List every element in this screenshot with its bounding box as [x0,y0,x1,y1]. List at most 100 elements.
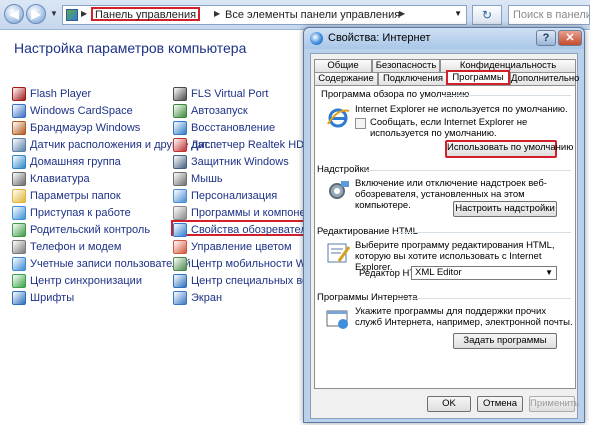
control-panel-item-label: Windows CardSpace [30,105,133,117]
tab-general[interactable]: Общие [314,59,372,72]
control-panel-item-label: Автозапуск [191,105,248,117]
control-panel-item[interactable]: Домашняя группа [12,154,121,170]
tab-advanced[interactable]: Дополнительно [510,72,579,85]
color-management-icon [173,240,187,254]
realtek-icon [173,138,187,152]
control-panel-item[interactable]: Родительский контроль [12,222,150,238]
ok-button[interactable]: OK [427,396,471,412]
addons-gear-icon [329,181,349,199]
control-panel-item[interactable]: Параметры папок [12,188,121,204]
control-panel-item[interactable]: Программы и компоненты [173,205,325,221]
control-panel-item[interactable]: Телефон и модем [12,239,121,255]
internet-programs-icon [326,310,348,329]
dialog-titlebar[interactable]: Свойства: Интернет ? ✕ [304,28,584,49]
control-panel-item[interactable]: Экран [173,290,222,306]
tab-security[interactable]: Безопасность [372,59,440,72]
control-panel-item[interactable]: Учетные записи пользователей [12,256,191,272]
getting-started-icon [12,206,26,220]
control-panel-item[interactable]: Свойства обозревателя [171,220,319,237]
tab-connections[interactable]: Подключения [378,72,448,85]
control-panel-item[interactable]: Управление цветом [173,239,292,255]
set-programs-button[interactable]: Задать программы [453,333,557,349]
address-field[interactable]: ▶ Панель управления ▶ Все элементы панел… [62,5,467,25]
tab-content[interactable]: Содержание [314,72,378,85]
html-editor-icon [327,243,351,263]
control-panel-item-label: Телефон и модем [30,241,122,253]
control-panel-item[interactable]: Автозапуск [173,103,248,119]
page-title: Настройка параметров компьютера [14,40,247,56]
programs-icon [173,206,187,220]
internet-options-dialog: Свойства: Интернет ? ✕ Общие Безопасност… [303,27,585,423]
keyboard-icon [12,172,26,186]
refresh-button[interactable]: ↻ [472,5,502,25]
control-panel-item-label: Персонализация [191,190,278,202]
control-panel-item[interactable]: Защитник Windows [173,154,289,170]
address-dropdown-icon[interactable]: ▼ [454,9,462,18]
control-panel-item[interactable]: Windows CardSpace [12,103,133,119]
apply-button[interactable]: Применить [529,396,579,412]
group-divider [397,232,571,233]
control-panel-item-label: Приступая к работе [30,207,131,219]
control-panel-item-label: Диспетчер Realtek HD [191,139,305,151]
control-panel-item[interactable]: Диспетчер Realtek HD [173,137,304,153]
users-icon [12,257,26,271]
homegroup-icon [12,155,26,169]
group-addons-title: Надстройки [317,164,370,175]
control-panel-item[interactable]: Приступая к работе [12,205,131,221]
manage-addons-button[interactable]: Настроить надстройки [453,201,557,217]
close-button[interactable]: ✕ [558,30,582,46]
control-panel-item[interactable]: Клавиатура [12,171,90,187]
history-dropdown-icon[interactable]: ▼ [50,9,58,18]
control-panel-item-label: Шрифты [30,292,75,304]
internet-options-icon [173,223,187,237]
dialog-title: Свойства: Интернет [328,32,431,44]
phone-icon [12,240,26,254]
control-panel-item-label: Восстановление [191,122,276,134]
control-panel-item[interactable]: Flash Player [12,86,91,102]
control-panel-item-label: Брандмауэр Windows [30,122,141,134]
help-button[interactable]: ? [536,30,556,46]
control-panel-item-label: Домашняя группа [30,156,121,168]
autoplay-icon [173,104,187,118]
back-button[interactable]: ◀ [4,4,24,24]
breadcrumb-all-items[interactable]: Все элементы панели управления [223,8,402,22]
control-panel-item[interactable]: Центр синхронизации [12,273,142,289]
control-panel-item[interactable]: Восстановление [173,120,275,136]
tab-programs[interactable]: Программы [446,70,510,85]
sync-icon [12,274,26,288]
breadcrumb-separator-icon[interactable]: ▶ [399,9,405,18]
notify-default-checkbox[interactable] [355,118,366,129]
control-panel-item-label: Параметры папок [30,190,121,202]
sensor-icon [12,138,26,152]
search-input[interactable]: Поиск в панели управления [508,5,590,25]
control-panel-item[interactable]: Персонализация [173,188,277,204]
control-panel-item-label: Родительский контроль [30,224,151,236]
control-panel-item[interactable]: Мышь [173,171,223,187]
make-default-button[interactable]: Использовать по умолчанию [445,140,573,158]
html-editor-select[interactable]: XML Editor ▼ [411,266,557,280]
virtual-port-icon [173,87,187,101]
notify-default-label: Сообщать, если Internet Explorer не испо… [370,117,528,139]
internet-options-icon [310,32,323,45]
refresh-icon: ↻ [481,8,493,22]
cancel-button[interactable]: Отмена [477,396,523,412]
control-panel-item[interactable]: Шрифты [12,290,74,306]
firewall-icon [12,121,26,135]
chevron-down-icon: ▼ [545,268,553,277]
forward-button[interactable]: ▶ [26,4,46,24]
group-divider [365,170,571,171]
group-divider [397,298,571,299]
personalization-icon [173,189,187,203]
mouse-icon [173,172,187,186]
flash-icon [12,87,26,101]
control-panel-item-label: Учетные записи пользователей [30,258,191,270]
control-panel-item-label: Управление цветом [191,241,292,253]
control-panel-icon [66,9,78,21]
ease-of-access-icon [173,274,187,288]
breadcrumb-separator-icon[interactable]: ▶ [214,9,220,18]
breadcrumb-control-panel[interactable]: Панель управления [91,7,201,21]
control-panel-item-label: Защитник Windows [191,156,289,168]
control-panel-item[interactable]: Брандмауэр Windows [12,120,140,136]
control-panel-item-label: Мышь [191,173,223,185]
control-panel-item[interactable]: FLS Virtual Port [173,86,268,102]
